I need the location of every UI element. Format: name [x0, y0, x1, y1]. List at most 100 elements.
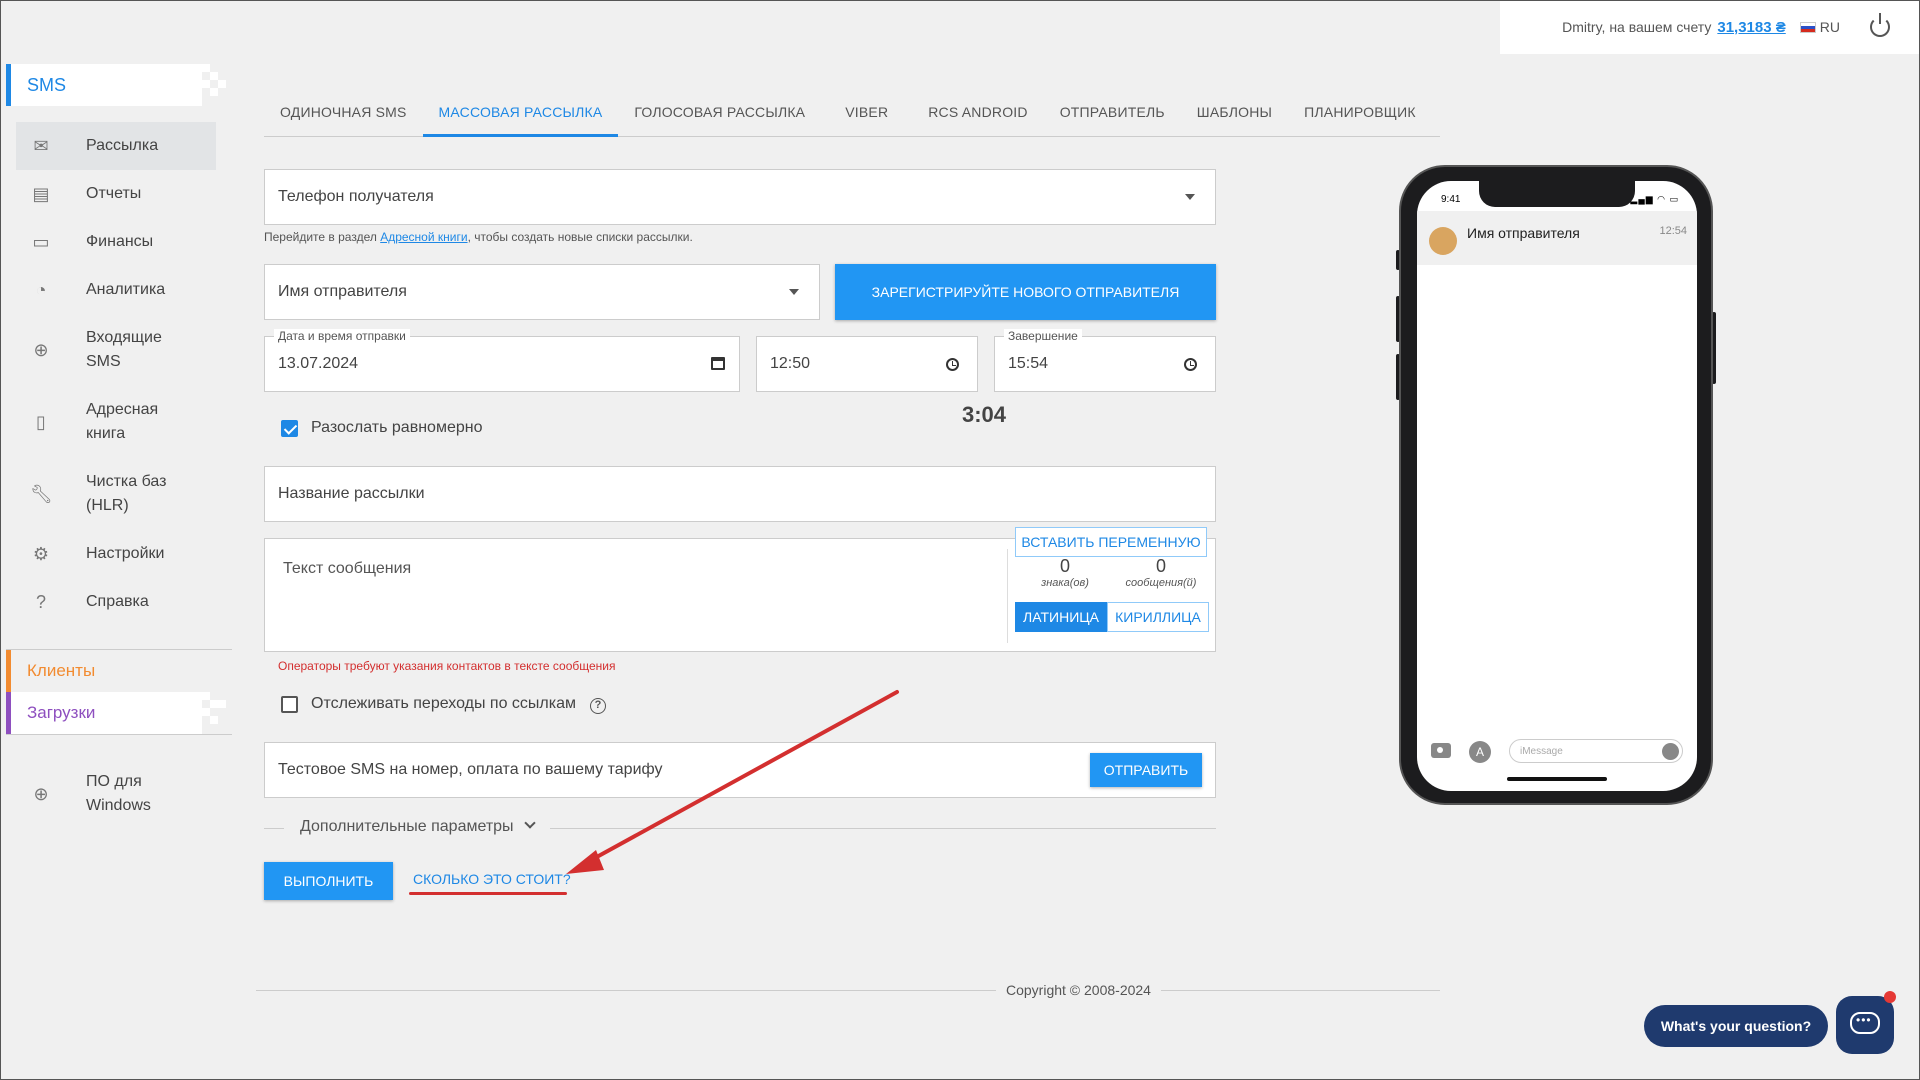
- sidebar-divider: [6, 734, 232, 735]
- sidebar-item-mailing[interactable]: ✉ Рассылка: [16, 122, 216, 170]
- tab-bar: ОДИНОЧНАЯ SMS МАССОВАЯ РАССЫЛКА ГОЛОСОВА…: [264, 94, 1440, 137]
- tab-sender[interactable]: ОТПРАВИТЕЛЬ: [1044, 94, 1181, 137]
- message-placeholder: Текст сообщения: [283, 560, 412, 577]
- insert-variable-button[interactable]: ВСТАВИТЬ ПЕРЕМЕННУЮ: [1015, 527, 1207, 557]
- tab-templates[interactable]: ШАБЛОНЫ: [1181, 94, 1288, 137]
- sidebar-item-label: Рассылка: [86, 137, 159, 154]
- sidebar-item-label: Справка: [86, 593, 149, 610]
- tab-single-sms[interactable]: ОДИНОЧНАЯ SMS: [264, 94, 423, 137]
- chat-prompt-button[interactable]: What's your question?: [1644, 1005, 1828, 1047]
- cyrillic-button[interactable]: КИРИЛЛИЦА: [1107, 602, 1209, 632]
- decor-pixel: [210, 716, 218, 724]
- track-links-label: Отслеживать переходы по ссылкам: [311, 695, 577, 712]
- message-textarea[interactable]: Текст сообщения ВСТАВИТЬ ПЕРЕМЕННУЮ 0 зн…: [264, 527, 1216, 652]
- balance-link[interactable]: 31,3183 ₴: [1717, 19, 1785, 36]
- camera-icon: [1431, 743, 1451, 758]
- hint-text: Перейдите в раздел: [264, 230, 381, 244]
- app-store-icon: A: [1469, 741, 1491, 763]
- sidebar-item-label: Адресная книга: [86, 401, 159, 442]
- decor-pixel: [218, 700, 226, 708]
- sender-select[interactable]: Имя отправителя: [264, 264, 820, 320]
- campaign-name-input[interactable]: Название рассылки: [264, 466, 1216, 522]
- sidebar-item-hlr[interactable]: 🔧︎ Чистка баз (HLR): [16, 458, 216, 530]
- help-circle-icon[interactable]: ?: [590, 698, 606, 714]
- sidebar-item-windows-software[interactable]: ⊕ ПО для Windows: [16, 758, 216, 830]
- calendar-icon[interactable]: [711, 357, 725, 370]
- execute-button[interactable]: ВЫПОЛНИТЬ: [264, 862, 393, 900]
- evenly-checkbox[interactable]: [281, 420, 298, 437]
- sidebar-item-settings[interactable]: ⚙ Настройки: [16, 530, 216, 578]
- alphabet-toggle: ЛАТИНИЦА КИРИЛЛИЦА: [1015, 602, 1209, 632]
- sidebar-item-label: Аналитика: [86, 281, 166, 298]
- sidebar-section-downloads[interactable]: Загрузки: [6, 692, 202, 734]
- sidebar-item-help[interactable]: ? Справка: [16, 578, 216, 626]
- sidebar-section-clients[interactable]: Клиенты: [6, 650, 202, 692]
- divider: [1007, 549, 1008, 643]
- sidebar-item-analytics[interactable]: ◔ Аналитика: [16, 266, 216, 314]
- track-links-checkbox[interactable]: [281, 696, 298, 713]
- decor-pixel: [202, 692, 210, 700]
- hint-text: , чтобы создать новые списки рассылки.: [467, 230, 693, 244]
- sidebar-item-label: Отчеты: [86, 185, 142, 202]
- annotation-underline: [409, 892, 567, 895]
- signal-wifi-battery-icon: ▂▄▆ ◠ ▭: [1630, 194, 1679, 204]
- duration-display: 3:04: [962, 402, 1007, 427]
- latin-button[interactable]: ЛАТИНИЦА: [1015, 602, 1107, 632]
- footer-divider: [256, 990, 1440, 991]
- sidebar-menu: ✉ Рассылка ▤ Отчеты ▭ Финансы ◔ Аналитик…: [16, 122, 216, 626]
- sidebar-item-finance[interactable]: ▭ Финансы: [16, 218, 216, 266]
- date-field[interactable]: Дата и время отправки 13.07.2024: [264, 329, 740, 392]
- message-time: 12:54: [1659, 225, 1687, 237]
- sidebar-item-inbox[interactable]: ⊕ Входящие SMS: [16, 314, 216, 386]
- decor-pixel: [210, 72, 218, 80]
- extra-params-label: Дополнительные параметры: [300, 818, 514, 835]
- sidebar-item-label: ПО для Windows: [86, 773, 151, 814]
- extra-params-toggle[interactable]: Дополнительные параметры: [284, 817, 550, 836]
- campaign-name-placeholder: Название рассылки: [278, 485, 425, 502]
- recipient-select[interactable]: Телефон получателя: [264, 169, 1216, 225]
- end-time-field[interactable]: Завершение 15:54: [994, 329, 1216, 392]
- chat-preview-row: Имя отправителя 12:54: [1417, 211, 1697, 265]
- address-book-hint: Перейдите в раздел Адресной книги, чтобы…: [264, 230, 693, 244]
- clock-icon[interactable]: [946, 358, 959, 371]
- date-value: 13.07.2024: [278, 355, 359, 372]
- sidebar-item-address-book[interactable]: ▯ Адресная книга: [16, 386, 216, 458]
- test-sms-input[interactable]: Тестовое SMS на номер, оплата по вашему …: [264, 742, 1216, 798]
- tab-voice-mailing[interactable]: ГОЛОСОВАЯ РАССЫЛКА: [618, 94, 821, 137]
- download-icon: ⊕: [33, 784, 49, 804]
- messages-count: 0: [1155, 556, 1166, 576]
- wrench-icon: 🔧︎: [30, 484, 53, 504]
- language-selector[interactable]: RU: [1820, 19, 1840, 35]
- power-icon[interactable]: [1870, 13, 1890, 37]
- chat-bubble-icon: [1850, 1012, 1880, 1034]
- sidebar-item-label: Чистка баз (HLR): [86, 473, 167, 514]
- sidebar-item-label: Настройки: [86, 545, 165, 562]
- clock-icon[interactable]: [1184, 358, 1197, 371]
- flag-ru-icon: [1799, 21, 1816, 33]
- end-time-value: 15:54: [1008, 355, 1049, 372]
- decor-pixel: [202, 80, 210, 88]
- address-book-icon: ▯: [36, 412, 46, 432]
- audio-wave-icon: [1662, 743, 1679, 760]
- start-time-field[interactable]: 12:50: [756, 336, 978, 392]
- sidebar-item-reports[interactable]: ▤ Отчеты: [16, 170, 216, 218]
- address-book-link[interactable]: Адресной книги: [380, 230, 467, 244]
- tab-viber[interactable]: VIBER: [821, 94, 912, 137]
- date-label: Дата и время отправки: [274, 329, 410, 343]
- imessage-input: iMessage: [1509, 739, 1683, 763]
- tab-mass-mailing[interactable]: МАССОВАЯ РАССЫЛКА: [422, 94, 619, 137]
- contacts-warning: Операторы требуют указания контактов в т…: [278, 659, 616, 673]
- tab-scheduler[interactable]: ПЛАНИРОВЩИК: [1288, 94, 1432, 137]
- pie-chart-icon: ◔: [35, 280, 47, 300]
- cost-link[interactable]: СКОЛЬКО ЭТО СТОИТ?: [413, 871, 571, 887]
- avatar: [1429, 227, 1457, 255]
- send-test-button[interactable]: ОТПРАВИТЬ: [1090, 753, 1202, 787]
- sidebar-item-label: Финансы: [86, 233, 154, 250]
- chars-label: знака(ов): [1041, 577, 1089, 589]
- phone-notch: [1479, 181, 1635, 207]
- sidebar-section-sms[interactable]: SMS: [6, 64, 202, 106]
- register-sender-button[interactable]: ЗАРЕГИСТРИРУЙТЕ НОВОГО ОТПРАВИТЕЛЯ: [835, 264, 1216, 320]
- user-panel: Dmitry, на вашем счету 31,3183 ₴ RU: [1500, 0, 1920, 54]
- tab-rcs-android[interactable]: RCS ANDROID: [912, 94, 1043, 137]
- chat-open-button[interactable]: [1836, 996, 1894, 1054]
